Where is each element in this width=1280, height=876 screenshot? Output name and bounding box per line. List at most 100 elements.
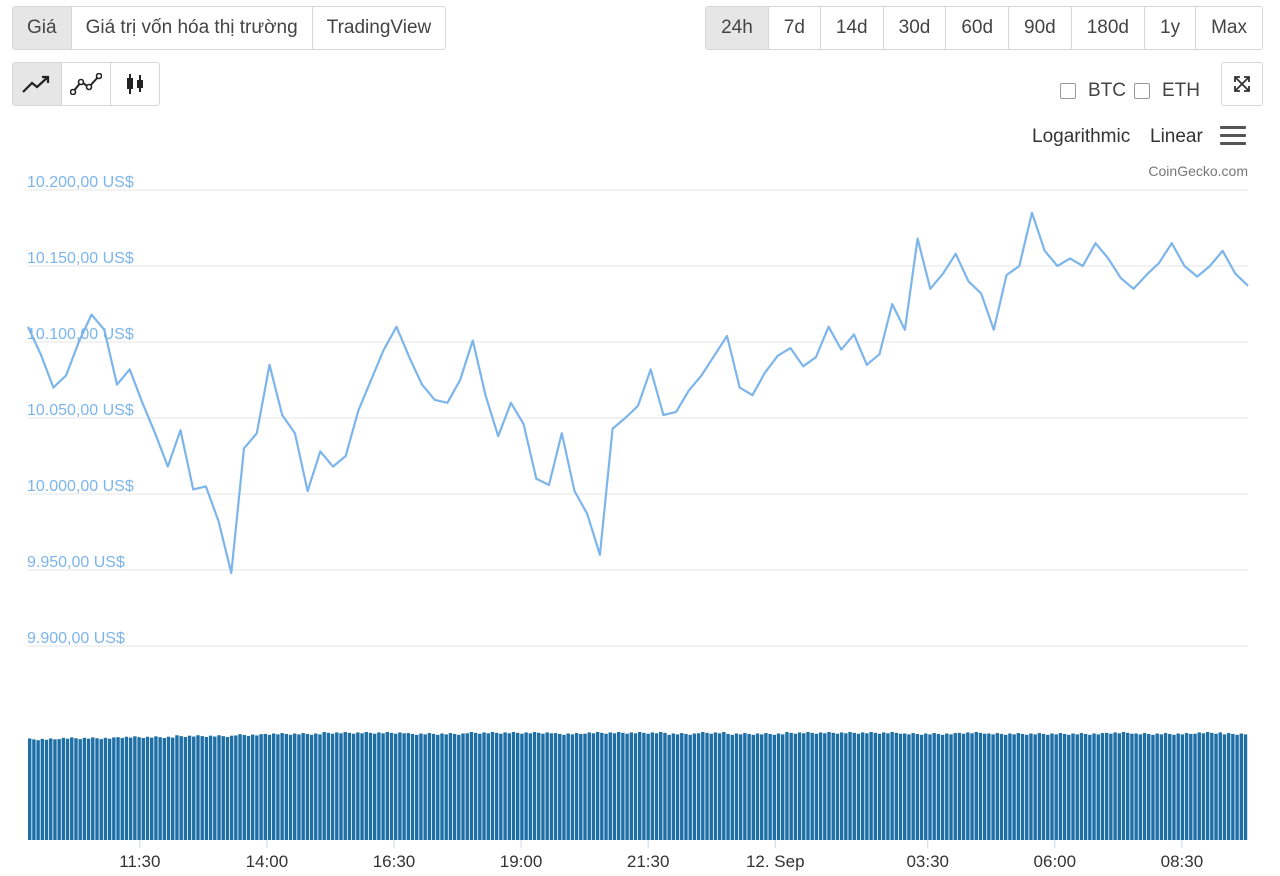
volume-bar (528, 733, 533, 840)
volume-bar (335, 732, 339, 840)
volume-bar (814, 733, 819, 840)
volume-bar (1214, 733, 1218, 840)
volume-bar (1142, 733, 1147, 840)
volume-bar (137, 737, 141, 840)
volume-bar (238, 734, 242, 840)
volume-bar (621, 732, 625, 840)
volume-bar (1050, 733, 1054, 840)
volume-bar (255, 735, 259, 840)
volume-bar (1020, 733, 1025, 840)
volume-bar (133, 736, 137, 840)
volume-bar (1088, 734, 1092, 840)
volume-bar (124, 736, 129, 840)
volume-bar (36, 740, 40, 840)
volume-bar (154, 736, 158, 840)
volume-bar (503, 732, 507, 840)
volume-bar (499, 733, 503, 840)
volume-bar (1193, 733, 1197, 840)
volume-bar (532, 732, 537, 840)
volume-bar (911, 733, 915, 840)
volume-bar (915, 733, 920, 840)
y-tick-label: 10.200,00 US$ (27, 174, 134, 191)
volume-bar (713, 732, 718, 840)
volume-bar (755, 733, 760, 840)
volume-bar (663, 732, 667, 840)
volume-bar (537, 732, 541, 840)
volume-bar (272, 733, 276, 840)
price-chart: 10.200,00 US$10.150,00 US$10.100,00 US$1… (27, 174, 1249, 871)
volume-bar (743, 733, 747, 840)
volume-bar (1117, 733, 1121, 840)
volume-bar (78, 739, 82, 840)
volume-bar (738, 734, 743, 840)
volume-bar (82, 737, 87, 840)
x-tick-label: 16:30 (373, 852, 416, 871)
volume-bar (667, 734, 671, 840)
volume-bar (507, 733, 511, 840)
volume-bar (263, 733, 267, 840)
volume-bar (978, 732, 983, 840)
volume-bar (419, 733, 423, 840)
volume-bar (1067, 734, 1071, 840)
volume-bar (1041, 733, 1046, 840)
volume-bar (696, 733, 701, 840)
volume-bar (469, 732, 474, 840)
volume-bar (776, 733, 781, 840)
volume-bar (280, 733, 284, 840)
volume-bar (448, 733, 453, 840)
volume-bar (103, 737, 108, 840)
volume-bar (356, 732, 360, 840)
volume-bar (187, 735, 192, 840)
volume-bar (1218, 732, 1222, 840)
volume-bar (482, 732, 486, 840)
x-tick-label: 14:00 (246, 852, 289, 871)
volume-bar (444, 734, 448, 840)
volume-bar (1155, 733, 1159, 840)
volume-bar (398, 732, 402, 840)
volume-bar (524, 732, 528, 840)
volume-bar (452, 733, 457, 840)
volume-bar (1016, 733, 1021, 840)
volume-bar (802, 733, 806, 840)
volume-bar (351, 733, 356, 840)
volume-bar (1079, 733, 1084, 840)
volume-bar (730, 734, 734, 840)
volume-bar (579, 733, 583, 840)
volume-bar (781, 734, 785, 840)
volume-bar (608, 732, 612, 840)
volume-bar (1109, 733, 1113, 840)
volume-bar (1231, 733, 1235, 840)
y-tick-label: 10.050,00 US$ (27, 402, 134, 419)
volume-bar (810, 732, 814, 840)
volume-bar (322, 732, 326, 840)
volume-bar (200, 736, 204, 840)
volume-bar (675, 734, 680, 840)
volume-bar (494, 732, 499, 840)
volume-bar (894, 732, 899, 840)
volume-bar (288, 734, 293, 840)
volume-bar (208, 735, 213, 840)
volume-bar (120, 738, 124, 840)
volume-bar (86, 738, 91, 840)
volume-bar (473, 732, 478, 840)
volume-bar (1130, 733, 1134, 840)
volume-bar (1184, 733, 1189, 840)
volume-bar (797, 732, 802, 840)
volume-bar (558, 733, 562, 840)
volume-bar (785, 732, 789, 840)
volume-bar (734, 733, 739, 840)
volume-bar (625, 733, 629, 840)
volume-bar (856, 733, 861, 840)
volume-bar (65, 738, 70, 840)
volume-bar (587, 732, 591, 840)
volume-bar (570, 734, 575, 840)
volume-bar (1189, 733, 1193, 840)
volume-bar (229, 735, 234, 840)
volume-bar (1075, 734, 1079, 840)
volume-bar (326, 732, 331, 840)
volume-bar (217, 735, 221, 840)
volume-bar (70, 737, 74, 840)
volume-bar (457, 734, 461, 840)
volume-bar (406, 733, 411, 840)
volume-bar (1004, 734, 1008, 840)
